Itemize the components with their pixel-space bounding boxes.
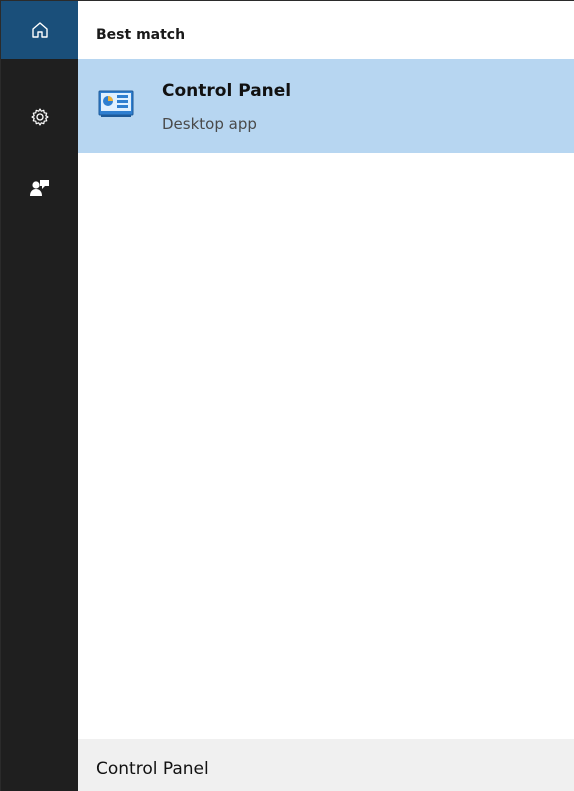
rail-settings-button[interactable] [1, 92, 78, 142]
search-input-text[interactable]: Control Panel [96, 759, 209, 779]
start-search-window: Best match Control Panel Desktop app Con… [0, 0, 574, 791]
control-panel-icon [98, 90, 134, 117]
feedback-icon [29, 180, 49, 196]
result-subtitle: Desktop app [162, 115, 257, 133]
gear-icon [30, 108, 49, 126]
search-box[interactable]: Control Panel [78, 739, 574, 791]
search-results-panel: Best match Control Panel Desktop app Con… [78, 1, 574, 791]
rail-home-button[interactable] [1, 1, 78, 59]
result-title: Control Panel [162, 81, 292, 101]
best-match-result[interactable]: Control Panel Desktop app [78, 59, 574, 153]
home-icon [31, 22, 48, 38]
rail-feedback-button[interactable] [1, 163, 78, 213]
left-rail [1, 1, 78, 791]
best-match-heading: Best match [96, 27, 186, 43]
